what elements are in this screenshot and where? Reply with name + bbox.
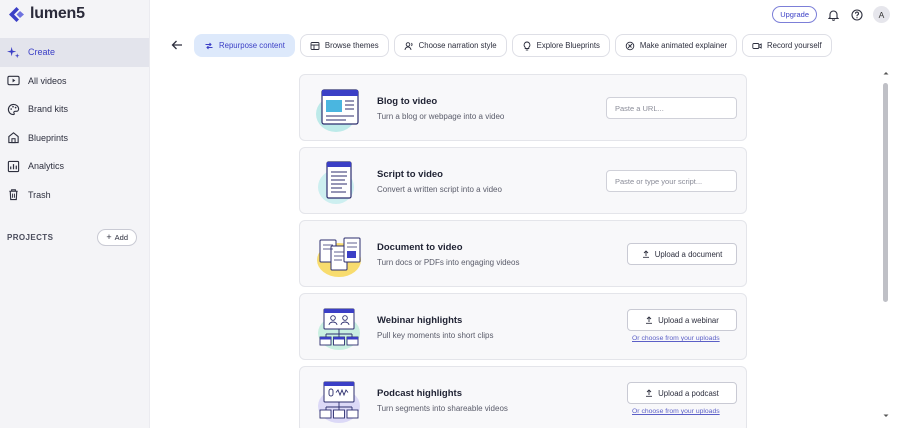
app-name: lumen5 [30,5,85,22]
upgrade-button[interactable]: Upgrade [772,6,817,23]
tab-label: Repurpose content [219,41,285,50]
help-button[interactable] [850,8,863,21]
upload-podcast-button[interactable]: Upload a podcast [627,382,737,404]
camera-icon [752,42,762,49]
choose-from-uploads-link[interactable]: Or choose from your uploads [632,335,720,342]
palette-icon [7,103,20,115]
scroll-down-arrow-icon[interactable] [882,412,890,420]
sidebar-item-blueprints[interactable]: Blueprints [0,124,149,153]
sidebar: lumen5 Create All videos Brand kits Blue… [0,0,150,428]
tab-choose-narration-style[interactable]: Choose narration style [393,34,507,57]
sidebar-item-create[interactable]: Create [0,38,149,67]
podcast-highlights-card[interactable]: Podcast highlights Turn segments into sh… [299,366,747,428]
projects-label: PROJECTS [7,233,54,242]
card-subtitle: Convert a written script into a video [377,185,502,194]
tab-label: Record yourself [767,41,822,50]
lightbulb-icon [523,41,530,50]
tab-repurpose-content[interactable]: Repurpose content [194,34,295,57]
plus-icon: + [106,232,112,242]
tab-label: Choose narration style [418,41,497,50]
lumen5-logo-icon [9,6,24,22]
upload-document-label: Upload a document [654,249,723,259]
projects-section: PROJECTS + Add [7,229,137,246]
themes-icon [310,41,320,50]
tab-label: Make animated explainer [639,41,728,50]
upload-document-button[interactable]: Upload a document [627,243,737,265]
upload-podcast-label: Upload a podcast [658,388,719,398]
webinar-highlights-card[interactable]: Webinar highlights Pull key moments into… [299,293,747,360]
tab-explore-blueprints[interactable]: Explore Blueprints [511,34,610,57]
help-icon [850,8,863,21]
tab-browse-themes[interactable]: Browse themes [299,34,389,57]
sidebar-item-label: Create [28,47,56,58]
card-subtitle: Pull key moments into short clips [377,331,494,340]
tab-label: Browse themes [324,41,379,50]
blog-to-video-card[interactable]: Blog to video Turn a blog or webpage int… [299,74,747,141]
webinar-illustration-icon [318,308,360,350]
tab-label: Explore Blueprints [536,41,600,50]
header-actions: Upgrade A [772,6,890,23]
upload-icon [646,316,653,324]
card-title: Webinar highlights [377,315,463,326]
scroll-up-arrow-icon[interactable] [882,69,890,77]
card-title: Blog to video [377,96,438,107]
analytics-icon [7,160,20,172]
create-tabs: Repurpose content Browse themes Choose n… [194,34,832,57]
add-project-label: Add [114,233,128,242]
upload-icon [642,250,649,258]
sidebar-item-analytics[interactable]: Analytics [0,152,149,181]
card-subtitle: Turn a blog or webpage into a video [377,112,505,121]
sidebar-item-all-videos[interactable]: All videos [0,67,149,96]
narration-icon [404,41,413,50]
podcast-illustration-icon [318,381,360,423]
upload-icon [646,389,653,397]
user-avatar[interactable]: A [873,6,890,23]
blog-illustration-icon [316,89,359,132]
sidebar-item-label: Blueprints [28,132,69,143]
upload-webinar-button[interactable]: Upload a webinar [627,309,737,331]
repurpose-icon [205,42,213,49]
back-arrow-icon[interactable] [170,38,184,52]
blueprint-icon [8,132,19,144]
sidebar-item-brand-kits[interactable]: Brand kits [0,95,149,124]
sparkles-icon [7,46,20,58]
tab-record-yourself[interactable]: Record yourself [742,34,832,57]
choose-from-uploads-link[interactable]: Or choose from your uploads [632,408,720,415]
script-to-video-card[interactable]: Script to video Convert a written script… [299,147,747,214]
app-logo[interactable]: lumen5 [8,5,85,23]
script-input[interactable] [606,170,737,192]
blog-url-input[interactable] [606,97,737,119]
sidebar-item-label: Brand kits [28,104,69,115]
trash-icon [9,189,18,201]
bell-icon [828,9,839,21]
scrollbar-thumb[interactable] [883,83,888,302]
sidebar-item-label: Analytics [28,161,65,172]
add-project-button[interactable]: + Add [97,229,137,246]
repurpose-options-list: Blog to video Turn a blog or webpage int… [299,74,747,428]
video-icon [7,76,20,86]
script-illustration-icon [318,161,354,204]
document-to-video-card[interactable]: Document to video Turn docs or PDFs into… [299,220,747,287]
card-title: Podcast highlights [377,388,462,399]
card-subtitle: Turn segments into shareable videos [377,404,508,413]
sidebar-item-label: Trash [28,189,51,200]
animation-icon [625,41,635,50]
upload-webinar-label: Upload a webinar [658,315,719,325]
tab-make-animated-explainer[interactable]: Make animated explainer [614,34,738,57]
document-illustration-icon [317,237,361,277]
card-title: Document to video [377,242,463,253]
notifications-button[interactable] [827,8,840,21]
sidebar-item-trash[interactable]: Trash [0,181,149,210]
card-title: Script to video [377,169,443,180]
card-subtitle: Turn docs or PDFs into engaging videos [377,258,520,267]
sidebar-nav: Create All videos Brand kits Blueprints … [0,38,149,209]
sidebar-item-label: All videos [28,75,67,86]
